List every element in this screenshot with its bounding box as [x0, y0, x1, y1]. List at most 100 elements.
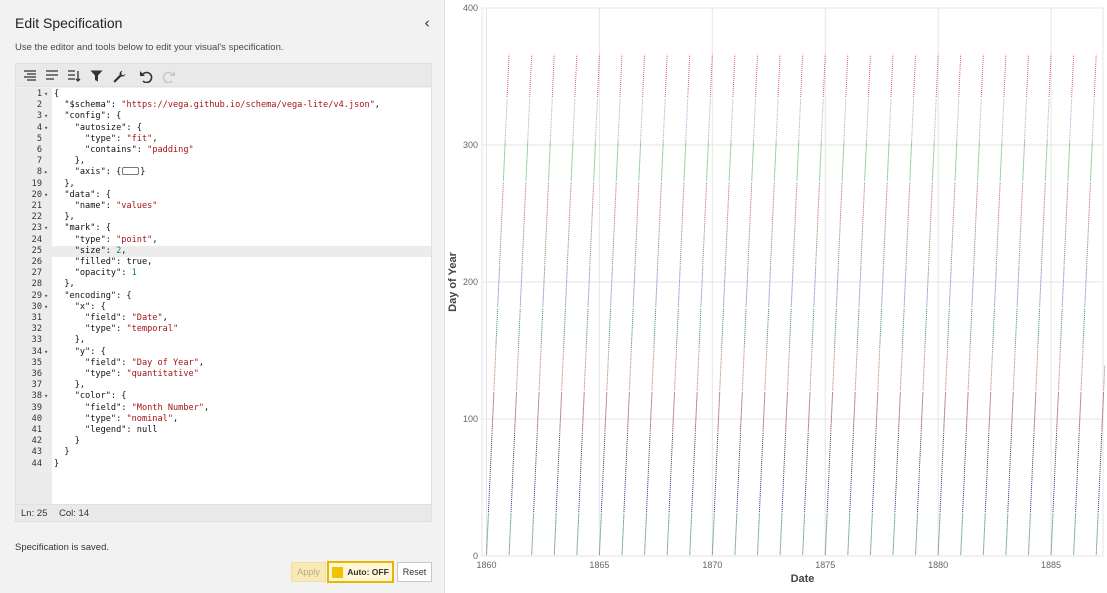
- data-point-streak: [1001, 98, 1005, 139]
- editor-status-bar: Ln: 25 Col: 14: [15, 504, 432, 522]
- code-text: }: [54, 447, 70, 458]
- format-icon[interactable]: [22, 68, 38, 84]
- data-point-streak: [561, 349, 565, 391]
- data-point-streak: [677, 265, 681, 307]
- fold-expanded-icon[interactable]: ▾: [44, 123, 50, 134]
- data-point-streak: [749, 181, 753, 222]
- data-point-streak: [820, 98, 824, 139]
- data-point-streak: [747, 223, 751, 265]
- code-text: "filled": true,: [54, 257, 153, 267]
- data-point-streak: [775, 98, 779, 139]
- data-point-streak: [640, 98, 644, 139]
- data-point-streak: [510, 475, 514, 513]
- data-point-streak: [888, 98, 892, 139]
- data-point-streak: [815, 223, 819, 265]
- reset-button[interactable]: Reset: [397, 562, 432, 582]
- data-point-streak: [595, 98, 598, 139]
- undo-icon[interactable]: [138, 68, 154, 84]
- data-point-streak: [572, 98, 576, 139]
- fold-expanded-icon[interactable]: ▾: [44, 391, 50, 402]
- line-number: 33: [31, 335, 42, 346]
- code-line: 5 "type": "fit",: [16, 134, 431, 145]
- data-point-streak: [809, 349, 813, 391]
- data-point-streak: [1018, 223, 1022, 265]
- code-line: 40 "type": "nominal",: [16, 414, 431, 425]
- data-point-streak: [877, 349, 881, 391]
- code-line: 32 "type": "temporal": [16, 324, 431, 335]
- data-point-streak: [766, 308, 770, 348]
- data-point-streak: [544, 223, 548, 265]
- auto-apply-toggle-button[interactable]: Auto: OFF: [327, 561, 394, 583]
- data-point-streak: [1033, 391, 1037, 432]
- line-number: 43: [31, 447, 42, 458]
- data-point-streak: [700, 265, 704, 307]
- data-point-streak: [798, 98, 802, 139]
- fold-expanded-icon[interactable]: ▾: [44, 223, 50, 234]
- data-point-streak: [980, 54, 984, 98]
- line-number: 24: [31, 234, 42, 245]
- data-point-streak: [734, 513, 738, 555]
- collapsed-block-icon[interactable]: [122, 166, 140, 175]
- code-line: 20 ▾ "data": {: [16, 189, 431, 201]
- data-point-streak: [956, 98, 960, 139]
- fold-expanded-icon[interactable]: ▾: [44, 89, 50, 100]
- collapse-panel-icon[interactable]: ‹: [419, 14, 435, 32]
- data-point-streak: [1073, 513, 1077, 555]
- code-text: "axis": {}: [54, 166, 146, 178]
- data-point-streak: [662, 98, 666, 139]
- data-point-streak: [773, 139, 777, 181]
- apply-button[interactable]: Apply: [291, 562, 326, 582]
- data-point-streak: [899, 349, 903, 391]
- data-point-streak: [768, 265, 772, 307]
- code-text: "field": "Day of Year",: [54, 357, 205, 368]
- fold-expanded-icon[interactable]: ▾: [44, 291, 50, 302]
- fold-expanded-icon[interactable]: ▾: [44, 302, 50, 313]
- edit-specification-panel: Edit Specification ‹ Use the editor and …: [0, 0, 445, 593]
- fold-expanded-icon[interactable]: ▾: [44, 190, 50, 201]
- code-line: 1 ▾ {: [16, 89, 431, 100]
- data-point-streak: [922, 349, 926, 391]
- fold-expanded-icon[interactable]: ▾: [44, 111, 50, 122]
- code-text: "$schema": "https://vega.github.io/schem…: [54, 100, 380, 111]
- settings-wrench-icon[interactable]: [111, 68, 127, 84]
- line-number: 20: [31, 189, 42, 200]
- wrap-icon[interactable]: [44, 68, 60, 84]
- data-point-streak: [755, 54, 758, 98]
- code-text: },: [54, 279, 75, 290]
- data-point-streak: [796, 139, 800, 181]
- sort-icon[interactable]: [66, 68, 82, 84]
- data-point-streak: [804, 475, 807, 513]
- data-point-streak: [762, 391, 766, 432]
- data-point-streak: [724, 223, 728, 265]
- code-text: }: [54, 458, 60, 469]
- data-point-streak: [653, 308, 657, 348]
- data-point-streak: [962, 475, 965, 513]
- scatter-chart: 01002003004001860 1865 1870 1875 1880 1885Dat…: [447, 3, 1106, 585]
- line-number: 35: [31, 357, 42, 368]
- line-number: 38: [31, 391, 42, 402]
- data-point-streak: [493, 349, 497, 391]
- code-editor[interactable]: 1 ▾{2 "$schema": "https://vega.github.io/…: [15, 88, 432, 504]
- data-point-streak: [627, 391, 630, 432]
- data-point-streak: [743, 308, 747, 348]
- data-point-streak: [523, 181, 527, 222]
- data-point-streak: [685, 98, 689, 139]
- data-point-streak: [531, 513, 535, 555]
- data-point-streak: [852, 391, 856, 432]
- data-point-streak: [1041, 223, 1044, 265]
- line-number: 8: [36, 167, 42, 178]
- code-line: 25 "size": 2,: [16, 246, 431, 257]
- data-point-streak: [1044, 139, 1048, 181]
- redo-icon[interactable]: [161, 68, 177, 84]
- data-point-streak: [1016, 265, 1020, 307]
- data-point-streak: [973, 223, 977, 265]
- editor-toolbar: [15, 63, 432, 87]
- code-text: "autosize": {: [54, 122, 142, 133]
- data-point-streak: [566, 223, 570, 265]
- code-line: 30 ▾ "x": {: [16, 302, 431, 313]
- filter-icon[interactable]: [88, 68, 104, 84]
- data-point-streak: [997, 181, 1001, 222]
- fold-expanded-icon[interactable]: ▾: [44, 347, 50, 358]
- data-point-streak: [826, 475, 830, 513]
- fold-collapsed-icon[interactable]: ▸: [44, 167, 50, 178]
